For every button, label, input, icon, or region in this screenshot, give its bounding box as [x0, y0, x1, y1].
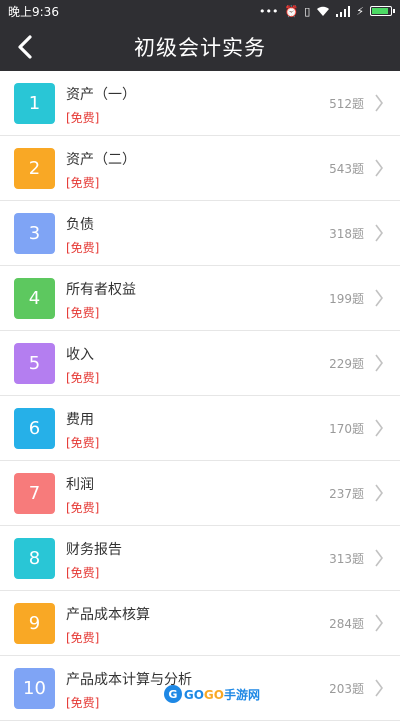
chapter-text: 利润 [免费] — [66, 474, 99, 516]
chapter-number-badge: 7 — [14, 473, 55, 514]
free-tag: [免费] — [66, 501, 100, 515]
chapter-number-badge: 9 — [14, 603, 55, 644]
free-tag: [免费] — [66, 436, 100, 450]
chapter-number-badge: 5 — [14, 343, 55, 384]
battery-level — [372, 8, 389, 14]
chapter-text: 所有者权益 [免费] — [66, 279, 136, 321]
chapter-text: 资产（一） [免费] — [66, 84, 136, 126]
chevron-left-icon — [18, 34, 32, 59]
status-icons: ••• ⏰ ▯ ⚡ — [259, 4, 395, 18]
watermark: G GOGO手游网 — [163, 685, 260, 703]
chevron-right-icon — [375, 289, 383, 307]
chapter-number-badge: 3 — [14, 213, 55, 254]
chapter-title: 产品成本核算 — [66, 607, 150, 623]
question-count: 543题 — [329, 161, 364, 176]
chapter-row[interactable]: 2 资产（二） [免费] 543题 — [0, 136, 400, 201]
chapter-row[interactable]: 4 所有者权益 [免费] 199题 — [0, 266, 400, 331]
chevron-right-icon — [375, 224, 383, 242]
title-bar: 初级会计实务 — [0, 22, 400, 71]
chevron-right-icon — [375, 94, 383, 112]
chevron-right-icon — [375, 614, 383, 632]
question-count: 229题 — [329, 356, 364, 371]
vibrate-icon: ▯ — [304, 4, 311, 18]
question-count: 199题 — [329, 291, 364, 306]
chevron-right-icon — [375, 354, 383, 372]
chapter-number-badge: 8 — [14, 538, 55, 579]
chapter-title: 利润 — [66, 477, 94, 493]
chapter-row[interactable]: 5 收入 [免费] 229题 — [0, 331, 400, 396]
battery-icon — [370, 6, 395, 16]
chevron-right-icon — [375, 159, 383, 177]
chapter-row[interactable]: 8 财务报告 [免费] 313题 — [0, 526, 400, 591]
chevron-right-icon — [375, 549, 383, 567]
chevron-right-icon — [375, 419, 383, 437]
chapter-title: 资产（一） — [66, 87, 136, 103]
question-count: 237题 — [329, 486, 364, 501]
gogo-logo-icon: G — [163, 685, 182, 703]
chapter-text: 产品成本核算 [免费] — [66, 604, 150, 646]
chapter-text: 收入 [免费] — [66, 344, 99, 386]
chevron-right-icon — [375, 484, 383, 502]
chapter-number-badge: 4 — [14, 278, 55, 319]
free-tag: [免费] — [66, 241, 100, 255]
free-tag: [免费] — [66, 306, 100, 320]
chapter-number-badge: 1 — [14, 83, 55, 124]
charging-icon: ⚡ — [356, 4, 364, 18]
free-tag: [免费] — [66, 176, 100, 190]
wifi-icon — [317, 6, 330, 16]
status-time: 晚上9:36 — [8, 4, 59, 19]
more-icon: ••• — [259, 4, 279, 18]
chapter-row[interactable]: 1 资产（一） [免费] 512题 — [0, 71, 400, 136]
chapter-number-badge: 2 — [14, 148, 55, 189]
chapter-number-badge: 6 — [14, 408, 55, 449]
chevron-right-icon — [375, 679, 383, 697]
back-button[interactable] — [10, 22, 40, 71]
question-count: 170题 — [329, 421, 364, 436]
chapter-row[interactable]: 3 负债 [免费] 318题 — [0, 201, 400, 266]
chapter-text: 费用 [免费] — [66, 409, 99, 451]
signal-icon — [336, 5, 351, 17]
chapter-title: 收入 — [66, 347, 94, 363]
page-title: 初级会计实务 — [134, 35, 266, 60]
free-tag: [免费] — [66, 371, 100, 385]
free-tag: [免费] — [66, 631, 100, 645]
chapter-row[interactable]: 6 费用 [免费] 170题 — [0, 396, 400, 461]
question-count: 318题 — [329, 226, 364, 241]
watermark-text: GOGO手游网 — [183, 687, 260, 702]
chapter-text: 负债 [免费] — [66, 214, 99, 256]
chapter-text: 财务报告 [免费] — [66, 539, 122, 581]
chapter-title: 财务报告 — [66, 542, 122, 558]
free-tag: [免费] — [66, 566, 100, 580]
status-bar: 晚上9:36 ••• ⏰ ▯ ⚡ — [0, 0, 400, 22]
chapter-number-badge: 10 — [14, 668, 55, 709]
question-count: 203题 — [329, 681, 364, 696]
chapter-title: 所有者权益 — [66, 282, 136, 298]
alarm-icon: ⏰ — [284, 4, 299, 18]
question-count: 512题 — [329, 96, 364, 111]
free-tag: [免费] — [66, 111, 100, 125]
chapter-text: 资产（二） [免费] — [66, 149, 136, 191]
chapter-row[interactable]: 7 利润 [免费] 237题 — [0, 461, 400, 526]
chapter-title: 负债 — [66, 217, 94, 233]
chapter-row[interactable]: 9 产品成本核算 [免费] 284题 — [0, 591, 400, 656]
chapter-list: 1 资产（一） [免费] 512题 2 资产（二） [免费] 543题 3 负债 [免费] 318题 4… — [0, 71, 400, 721]
chapter-title: 费用 — [66, 412, 94, 428]
question-count: 284题 — [329, 616, 364, 631]
question-count: 313题 — [329, 551, 364, 566]
chapter-title: 资产（二） — [66, 152, 136, 168]
